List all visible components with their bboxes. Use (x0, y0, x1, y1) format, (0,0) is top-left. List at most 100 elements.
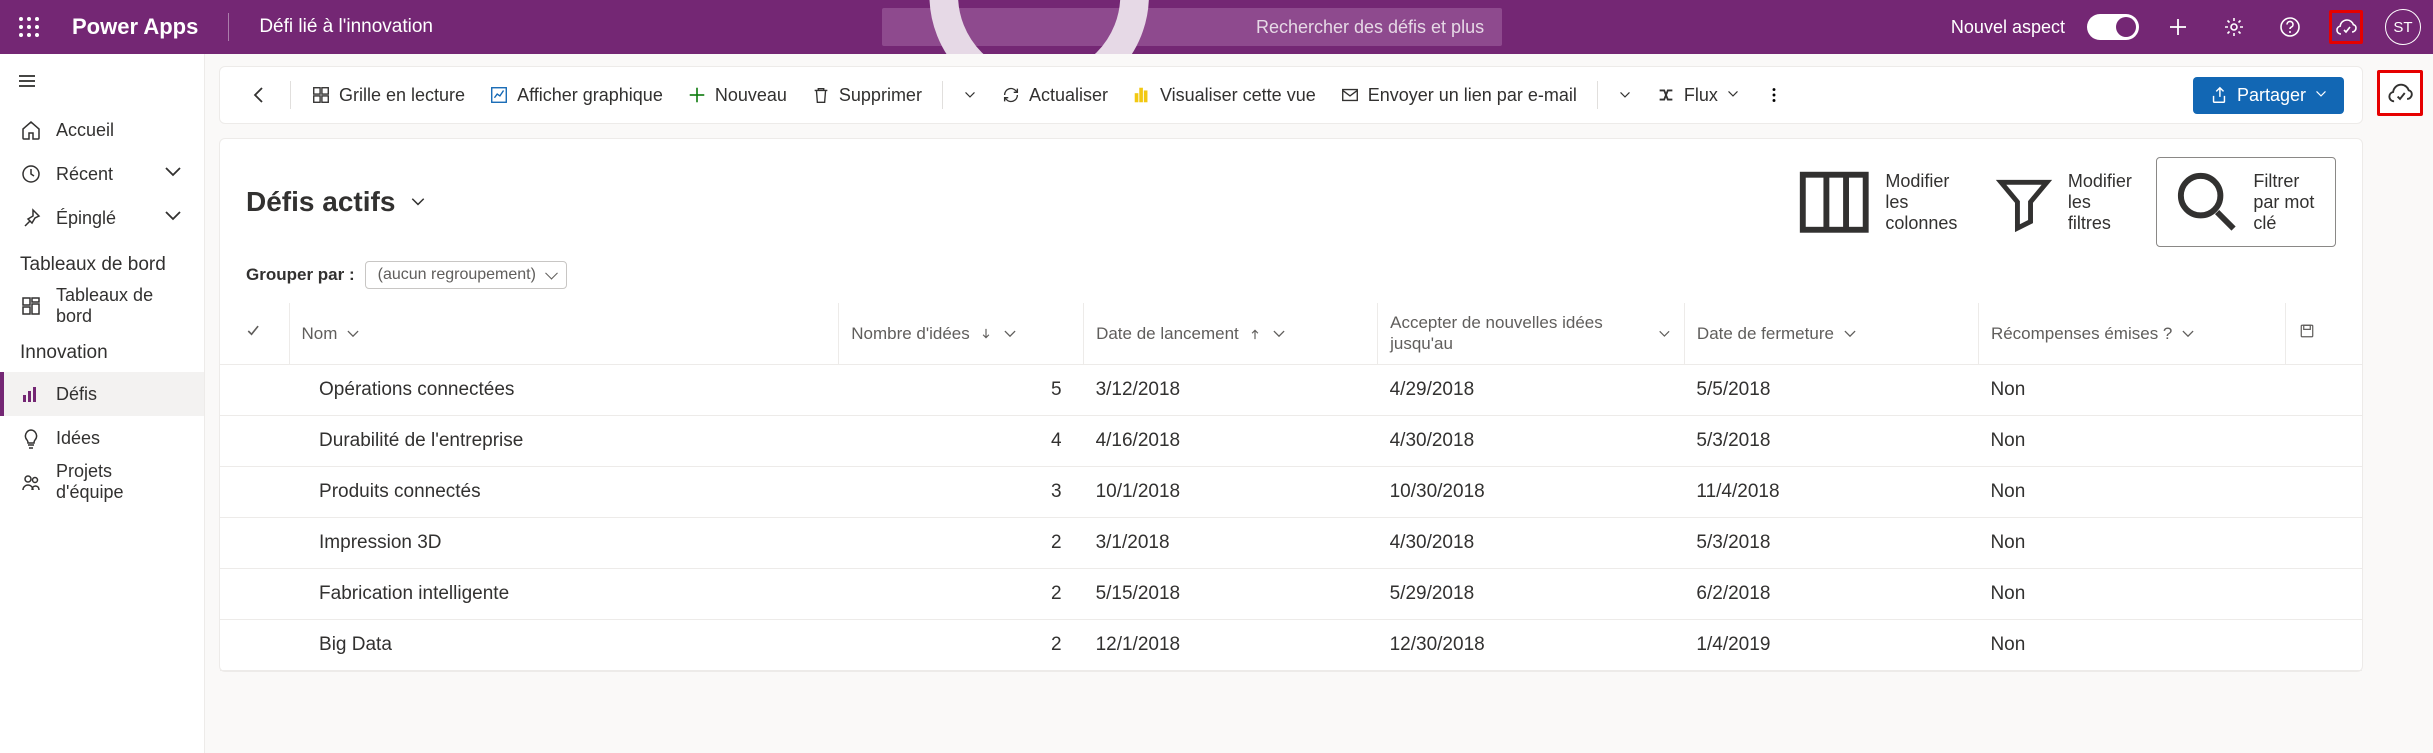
powerbi-icon (1132, 85, 1152, 105)
row-checkbox[interactable] (220, 416, 289, 467)
cell-name[interactable]: Durabilité de l'entreprise (289, 416, 839, 467)
col-header-name[interactable]: Nom (289, 303, 839, 364)
cmd-refresh[interactable]: Actualiser (991, 79, 1118, 112)
row-checkbox[interactable] (220, 467, 289, 518)
table-row[interactable]: Fabrication intelligente25/15/20185/29/2… (220, 569, 2362, 620)
table-row[interactable]: Big Data212/1/201812/30/20181/4/2019Non (220, 620, 2362, 671)
sidebar-item-dashboards[interactable]: Tableaux de bord (0, 284, 204, 328)
cmd-flow[interactable]: Flux (1646, 79, 1750, 112)
cell-launch: 4/16/2018 (1084, 416, 1378, 467)
row-checkbox[interactable] (220, 365, 289, 416)
back-button[interactable] (238, 78, 280, 112)
cmd-label: Envoyer un lien par e-mail (1368, 85, 1577, 106)
col-header-reward[interactable]: Récompenses émises ? (1978, 303, 2285, 364)
cell-name[interactable]: Big Data (289, 620, 839, 671)
divider (228, 13, 229, 41)
clock-icon (20, 163, 42, 185)
cell-launch: 12/1/2018 (1084, 620, 1378, 671)
cell-end (2285, 416, 2362, 467)
sidebar-item-recent[interactable]: Récent (0, 152, 204, 196)
search-icon (2171, 166, 2243, 238)
copilot-side-button[interactable] (2377, 70, 2423, 116)
col-header-ideas[interactable]: Nombre d'idées (839, 303, 1084, 364)
cell-end (2285, 365, 2362, 416)
flow-icon (1656, 85, 1676, 105)
copilot-header-button[interactable] (2329, 10, 2363, 44)
row-checkbox[interactable] (220, 569, 289, 620)
keyword-filter[interactable]: Filtrer par mot clé (2156, 157, 2336, 247)
cell-ideas: 4 (839, 416, 1084, 467)
divider (1597, 81, 1598, 109)
sidebar-item-home[interactable]: Accueil (0, 108, 204, 152)
filter-placeholder: Filtrer par mot clé (2253, 171, 2321, 234)
sidebar-item-idees[interactable]: Idées (0, 416, 204, 460)
app-launcher-icon[interactable] (12, 10, 46, 44)
chevron-down-icon (1842, 326, 1858, 342)
cell-name[interactable]: Produits connectés (289, 467, 839, 518)
cmd-show-chart[interactable]: Afficher graphique (479, 79, 673, 112)
edit-filters-button[interactable]: Modifier les filtres (1988, 166, 2136, 238)
collapse-sidebar-button[interactable] (0, 60, 204, 108)
sidebar-item-pinned[interactable]: Épinglé (0, 196, 204, 240)
cell-accept: 5/29/2018 (1378, 569, 1685, 620)
row-checkbox[interactable] (220, 620, 289, 671)
cmd-overflow-1[interactable] (953, 82, 987, 108)
chevron-down-icon (345, 326, 361, 342)
settings-button[interactable] (2217, 10, 2251, 44)
row-checkbox[interactable] (220, 518, 289, 569)
search-input[interactable] (1256, 17, 1488, 38)
cmd-label: Supprimer (839, 85, 922, 106)
team-icon (20, 471, 42, 493)
cmd-more[interactable] (1754, 79, 1794, 111)
bulb-icon (20, 427, 42, 449)
edit-columns-button[interactable]: Modifier les colonnes (1791, 159, 1968, 246)
cmd-overflow-2[interactable] (1608, 82, 1642, 108)
divider (290, 81, 291, 109)
table-row[interactable]: Produits connectés310/1/201810/30/201811… (220, 467, 2362, 518)
chevron-down-icon (1657, 326, 1672, 342)
refresh-icon (1001, 85, 1021, 105)
table-row[interactable]: Durabilité de l'entreprise44/16/20184/30… (220, 416, 2362, 467)
table-row[interactable]: Opérations connectées53/12/20184/29/2018… (220, 365, 2362, 416)
cmd-new[interactable]: Nouveau (677, 79, 797, 112)
col-label: Nombre d'idées (851, 324, 970, 344)
col-header-launch[interactable]: Date de lancement (1084, 303, 1378, 364)
cell-name[interactable]: Opérations connectées (289, 365, 839, 416)
sidebar-item-defis[interactable]: Défis (0, 372, 204, 416)
share-button[interactable]: Partager (2193, 77, 2344, 114)
data-grid: Nom Nombre d'idées Date de lancement Acc… (220, 303, 2362, 671)
col-header-accept[interactable]: Accepter de nouvelles idées jusqu'au (1378, 303, 1685, 364)
ctrl-label: Modifier les filtres (2068, 171, 2136, 234)
chevron-down-icon (1002, 326, 1018, 342)
col-label: Nom (302, 324, 338, 344)
cmd-delete[interactable]: Supprimer (801, 79, 932, 112)
cmd-label: Actualiser (1029, 85, 1108, 106)
sidebar-label: Défis (56, 384, 97, 405)
cell-name[interactable]: Fabrication intelligente (289, 569, 839, 620)
new-look-toggle[interactable] (2087, 14, 2139, 40)
app-name[interactable]: Power Apps (72, 14, 198, 40)
cell-name[interactable]: Impression 3D (289, 518, 839, 569)
help-button[interactable] (2273, 10, 2307, 44)
cmd-email-link[interactable]: Envoyer un lien par e-mail (1330, 79, 1587, 112)
command-bar: Grille en lecture Afficher graphique Nou… (219, 66, 2363, 124)
cmd-label: Partager (2237, 85, 2306, 106)
group-by-select[interactable]: (aucun regroupement) (365, 261, 567, 289)
global-search[interactable] (882, 8, 1502, 46)
cmd-visualize[interactable]: Visualiser cette vue (1122, 79, 1326, 112)
user-avatar[interactable]: ST (2385, 9, 2421, 45)
col-select-all[interactable] (220, 303, 289, 364)
col-header-save[interactable] (2285, 303, 2362, 364)
view-title: Défis actifs (246, 186, 395, 218)
view-selector[interactable]: Défis actifs (246, 186, 427, 218)
group-by-label: Grouper par : (246, 265, 355, 285)
sidebar-item-projets[interactable]: Projets d'équipe (0, 460, 204, 504)
add-button[interactable] (2161, 10, 2195, 44)
cmd-read-grid[interactable]: Grille en lecture (301, 79, 475, 112)
cell-ideas: 5 (839, 365, 1084, 416)
col-header-close[interactable]: Date de fermeture (1684, 303, 1978, 364)
table-row[interactable]: Impression 3D23/1/20184/30/20185/3/2018N… (220, 518, 2362, 569)
sidebar-label: Projets d'équipe (56, 461, 184, 503)
cell-close: 6/2/2018 (1684, 569, 1978, 620)
sidebar-label: Idées (56, 428, 100, 449)
